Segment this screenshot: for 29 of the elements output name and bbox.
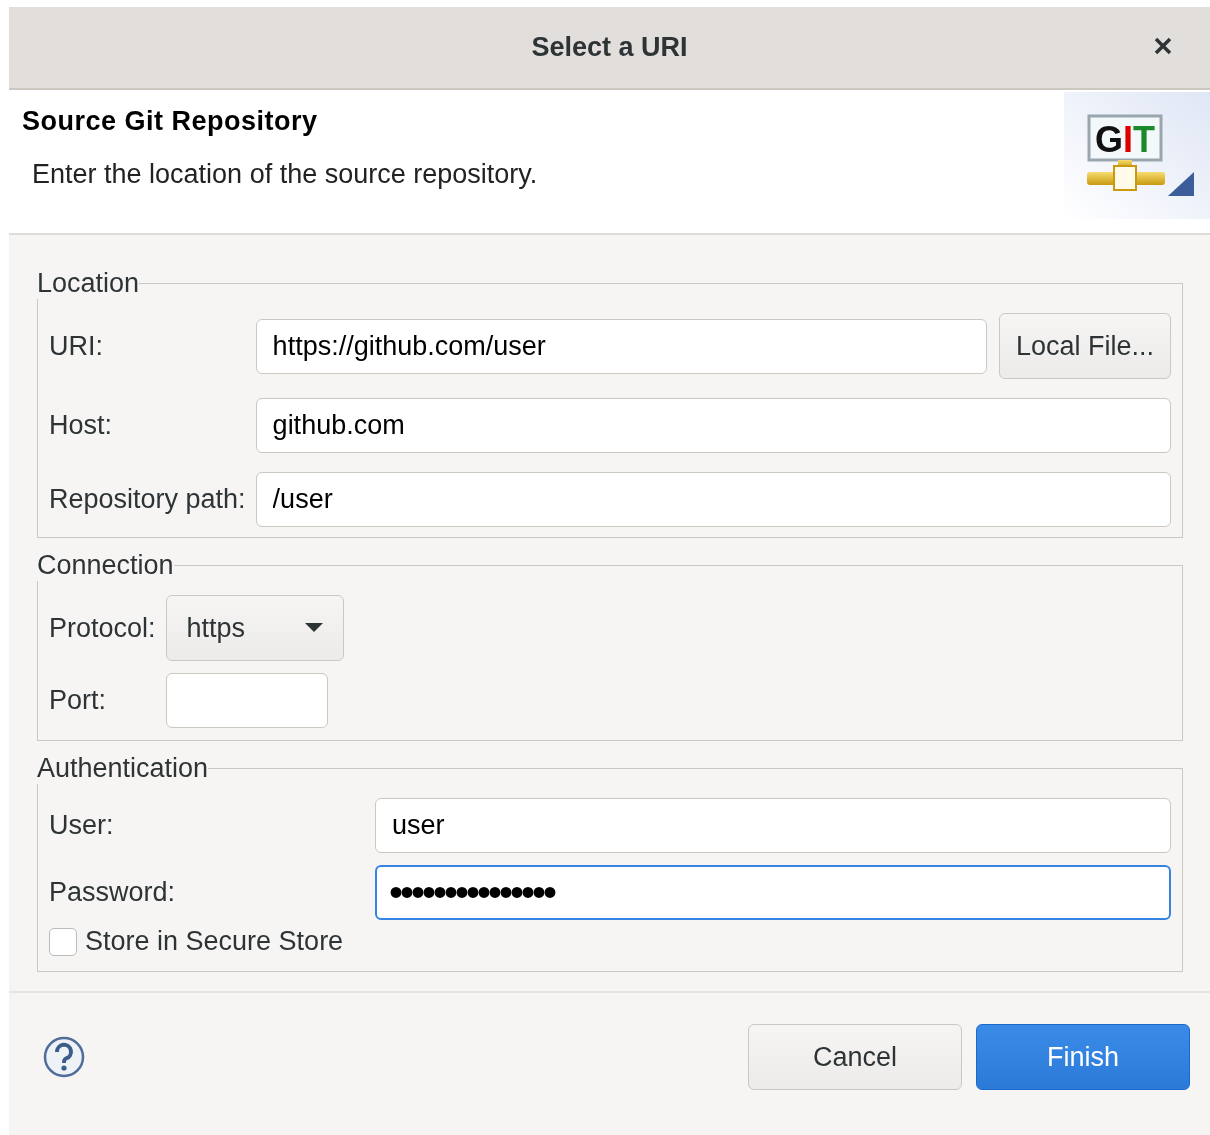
input-field[interactable]: github.com — [255, 398, 1171, 453]
window-title: Select a URI — [531, 32, 688, 63]
field-label: Repository path: — [49, 484, 247, 515]
group-label: Location — [37, 268, 140, 299]
field-label: Password: — [49, 877, 177, 908]
field-label: User: — [49, 810, 115, 841]
field-label: Port: — [49, 685, 108, 716]
field-label: URI: — [49, 330, 104, 362]
page-description: Enter the location of the source repository. — [32, 159, 538, 190]
input-field[interactable]: ••••••••••••••• — [375, 865, 1171, 920]
page-title: Source Git Repository — [22, 106, 319, 137]
git-logo: GIT — [1064, 92, 1210, 219]
close-icon[interactable] — [1154, 37, 1172, 55]
input-field[interactable] — [165, 673, 328, 728]
checkbox[interactable] — [49, 927, 77, 956]
help-icon[interactable] — [43, 1036, 85, 1078]
checkbox-label: Store in Secure Store — [85, 926, 344, 957]
group-label: Authentication — [37, 753, 209, 784]
field-label: Host: — [49, 410, 114, 441]
local-file-button[interactable]: Local File... — [998, 313, 1171, 379]
dropdown-caret-icon — [304, 623, 323, 633]
group-label: Connection — [37, 550, 174, 581]
finish-button[interactable]: Finish — [976, 1024, 1190, 1090]
input-field[interactable]: /user — [255, 472, 1171, 527]
field-label: Protocol: — [49, 612, 157, 644]
cancel-button[interactable]: Cancel — [748, 1024, 962, 1090]
protocol-dropdown[interactable]: https — [165, 595, 344, 661]
input-field[interactable]: user — [375, 798, 1171, 853]
input-field[interactable]: https://github.com/user — [255, 318, 987, 374]
